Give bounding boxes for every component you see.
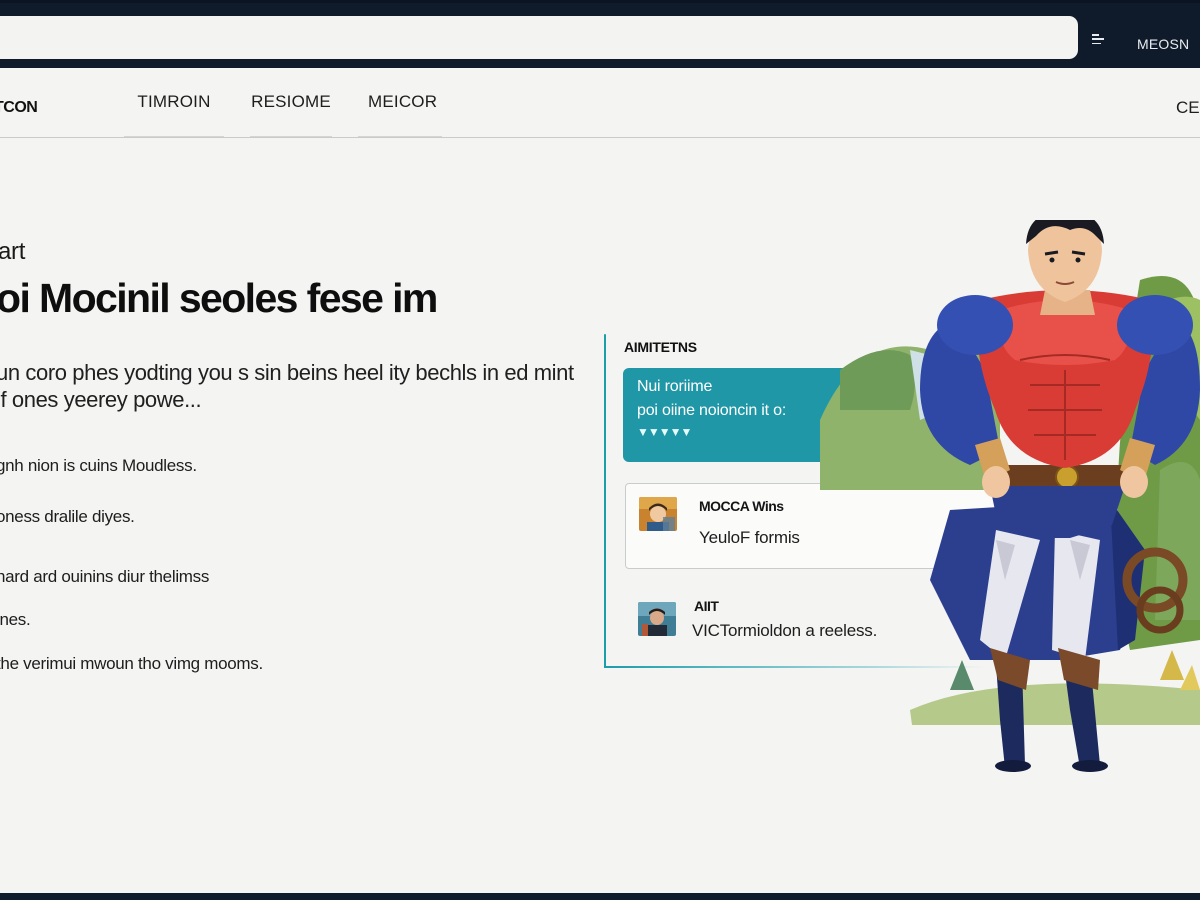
browser-top-bar: MEOSN <box>0 0 1200 68</box>
avatar <box>639 497 677 531</box>
avatar <box>638 602 676 636</box>
hero-headline: oi Mocinil seoles fese im <box>0 275 438 321</box>
bottom-band <box>0 893 1200 900</box>
panel-accent-rule <box>604 334 606 668</box>
feature-line: gnh nion is cuins Moudless. <box>0 456 197 475</box>
nav-tab-3[interactable]: MEICOR <box>358 68 442 138</box>
nav-right-link[interactable]: CE <box>1176 98 1200 118</box>
address-bar[interactable] <box>0 16 1078 59</box>
feature-line: ines. <box>0 610 31 629</box>
message-author: MOCCA Wins <box>699 498 784 514</box>
feature-line: nard ard ouinins diur thelimss <box>0 567 210 586</box>
hero-lede: un coro phes yodting you s sin beins hee… <box>0 360 574 412</box>
nav-tab-2[interactable]: RESIOME <box>250 68 332 138</box>
message-text: YeuloF formis <box>699 528 800 547</box>
hero-eyebrow: art <box>0 238 26 265</box>
hero-character-illustration <box>800 211 1200 780</box>
panel-title: AIMITETNS <box>624 339 697 355</box>
menu-icon[interactable] <box>1092 34 1104 44</box>
nav-tab-1[interactable]: TIMROIN <box>124 68 224 138</box>
brand-logo-text[interactable]: TCON <box>0 99 38 117</box>
feature-line: the verimui mwoun tho vimg mooms. <box>0 654 263 673</box>
message-author: AIIT <box>694 598 719 614</box>
feature-line: oness dralile diyes. <box>0 507 135 526</box>
nav-divider <box>0 137 1200 138</box>
top-action-button[interactable]: MEOSN <box>1137 36 1189 52</box>
